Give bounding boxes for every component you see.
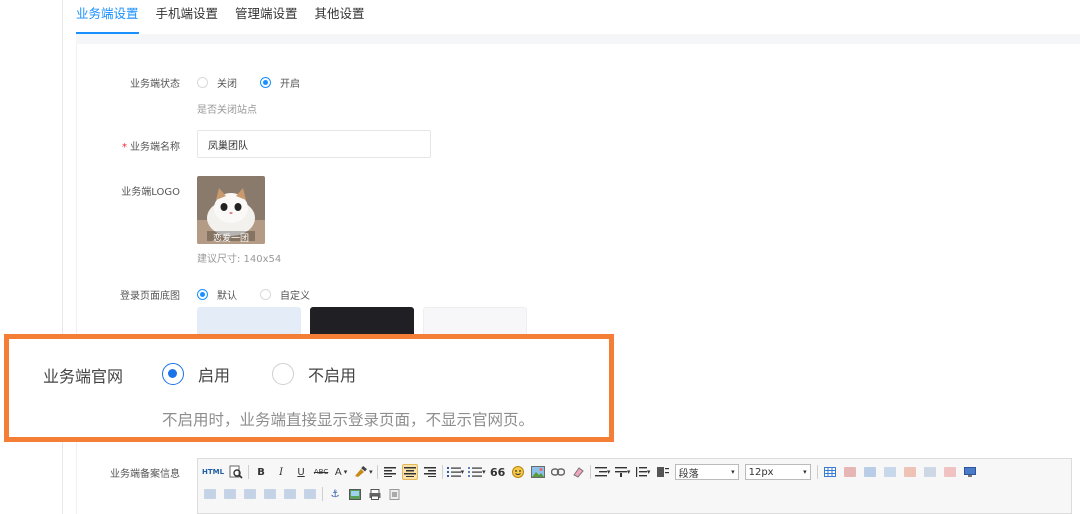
delete-col-icon[interactable] xyxy=(922,464,938,480)
login-bg-thumb-2[interactable] xyxy=(310,307,414,337)
highlight-color-icon[interactable]: ▾ xyxy=(353,464,373,480)
delete-row-icon[interactable] xyxy=(942,464,958,480)
image-center-icon[interactable] xyxy=(242,486,258,502)
insert-row-icon[interactable] xyxy=(842,464,858,480)
business-name-input[interactable] xyxy=(197,130,431,158)
template-icon[interactable] xyxy=(387,486,403,502)
print-icon[interactable] xyxy=(367,486,383,502)
caret-down-icon: ▾ xyxy=(803,468,807,476)
website-radio-disable[interactable]: 不启用 xyxy=(272,362,356,386)
toolbar-divider xyxy=(376,465,378,479)
website-option-callout: 业务端官网 启用 不启用 不启用时，业务端直接显示登录页面，不显示官网页。 xyxy=(4,334,614,442)
tab-mobile-settings[interactable]: 手机端设置 xyxy=(156,0,219,34)
website-radio-enable[interactable]: 启用 xyxy=(162,362,230,386)
image-block-icon[interactable] xyxy=(302,486,318,502)
image-right-icon[interactable] xyxy=(222,486,238,502)
eraser-icon[interactable] xyxy=(570,464,586,480)
paragraph-select[interactable]: 段落 ▾ xyxy=(674,464,739,480)
paragraph-format-icon[interactable] xyxy=(655,464,671,480)
emoji-icon[interactable] xyxy=(510,464,526,480)
image-none-icon[interactable] xyxy=(262,486,278,502)
indent-icon[interactable]: ▾ xyxy=(594,464,611,480)
status-radio-off[interactable]: 关闭 xyxy=(197,75,237,90)
tab-business-settings[interactable]: 业务端设置 xyxy=(76,0,139,34)
status-hint: 是否关闭站点 xyxy=(197,105,257,116)
login-bg-thumb-1[interactable] xyxy=(197,307,301,337)
caret-down-icon: ▾ xyxy=(731,468,735,476)
login-bg-thumb-3[interactable] xyxy=(423,307,527,337)
toolbar-divider xyxy=(589,465,591,479)
radio-checked-icon xyxy=(162,363,184,385)
preview-icon[interactable] xyxy=(228,464,244,480)
ordered-list-icon[interactable]: ▾ xyxy=(446,464,464,480)
toolbar-divider xyxy=(441,465,443,479)
toolbar-divider xyxy=(816,465,818,479)
anchor-icon[interactable]: ⚓ xyxy=(327,486,343,502)
logo-image[interactable]: 恋爱一团 xyxy=(197,176,265,244)
icp-label: 业务端备案信息 xyxy=(110,469,180,480)
logo-size-hint: 建议尺寸: 140x54 xyxy=(197,254,282,265)
image-inline-icon[interactable] xyxy=(282,486,298,502)
row-spacing-icon[interactable]: ▾ xyxy=(614,464,631,480)
html-source-button[interactable]: HTML xyxy=(202,464,224,480)
radio-circle-icon xyxy=(260,289,271,300)
align-center-icon[interactable] xyxy=(401,464,418,480)
login-bg-label: 登录页面底图 xyxy=(120,291,180,302)
line-height-icon[interactable]: ▾ xyxy=(635,464,651,480)
radio-circle-icon xyxy=(197,77,208,88)
caret-down-icon: ▾ xyxy=(343,468,348,476)
required-mark: * xyxy=(122,142,127,153)
align-left-icon[interactable] xyxy=(382,464,398,480)
strikethrough-button[interactable]: ABC xyxy=(313,464,329,480)
italic-button[interactable]: I xyxy=(273,464,289,480)
radio-circle-icon xyxy=(272,363,294,385)
status-radio-on[interactable]: 开启 xyxy=(260,75,300,90)
blockquote-icon[interactable]: 66 xyxy=(490,464,506,480)
preview-monitor-icon[interactable] xyxy=(962,464,978,480)
font-color-button[interactable]: A ▾ xyxy=(333,464,349,480)
logo-label: 业务端LOGO xyxy=(121,187,180,198)
image-left-icon[interactable] xyxy=(202,486,218,502)
radio-checked-icon xyxy=(197,289,208,300)
merge-cells-icon[interactable] xyxy=(882,464,898,480)
logo-caption: 恋爱一团 xyxy=(212,234,249,244)
website-hint: 不启用时，业务端直接显示登录页面，不显示官网页。 xyxy=(162,411,535,429)
toolbar-divider xyxy=(322,487,323,501)
unordered-list-icon[interactable]: ▾ xyxy=(468,464,486,480)
website-label: 业务端官网 xyxy=(43,367,124,386)
image-icon[interactable] xyxy=(530,464,546,480)
editor-toolbar-row-1: HTML B I U ABC A ▾ ▾ ▾ ▾ 66 ▾ ▾ ▾ 段落 ▾ 12p… xyxy=(202,462,982,482)
tab-other-settings[interactable]: 其他设置 xyxy=(315,0,365,34)
name-label: * 业务端名称 xyxy=(122,142,180,153)
tab-divider xyxy=(76,34,1080,44)
split-cells-icon[interactable] xyxy=(902,464,918,480)
rich-text-editor: HTML B I U ABC A ▾ ▾ ▾ ▾ 66 ▾ ▾ ▾ 段落 ▾ 12p… xyxy=(197,458,1072,514)
status-label: 业务端状态 xyxy=(130,79,180,90)
table-icon[interactable] xyxy=(822,464,838,480)
tab-admin-settings[interactable]: 管理端设置 xyxy=(235,0,298,34)
login-bg-radio-custom[interactable]: 自定义 xyxy=(260,287,310,302)
align-right-icon[interactable] xyxy=(422,464,438,480)
insert-col-icon[interactable] xyxy=(862,464,878,480)
radio-checked-icon xyxy=(260,77,271,88)
toolbar-divider xyxy=(248,465,250,479)
editor-toolbar-row-2: ⚓ xyxy=(202,484,407,504)
tab-bar: 业务端设置 手机端设置 管理端设置 其他设置 xyxy=(76,0,382,34)
login-bg-radio-default[interactable]: 默认 xyxy=(197,287,237,302)
font-size-select[interactable]: 12px ▾ xyxy=(744,464,811,480)
insert-image-icon[interactable] xyxy=(347,486,363,502)
bold-button[interactable]: B xyxy=(253,464,269,480)
link-icon[interactable] xyxy=(550,464,566,480)
underline-button[interactable]: U xyxy=(293,464,309,480)
